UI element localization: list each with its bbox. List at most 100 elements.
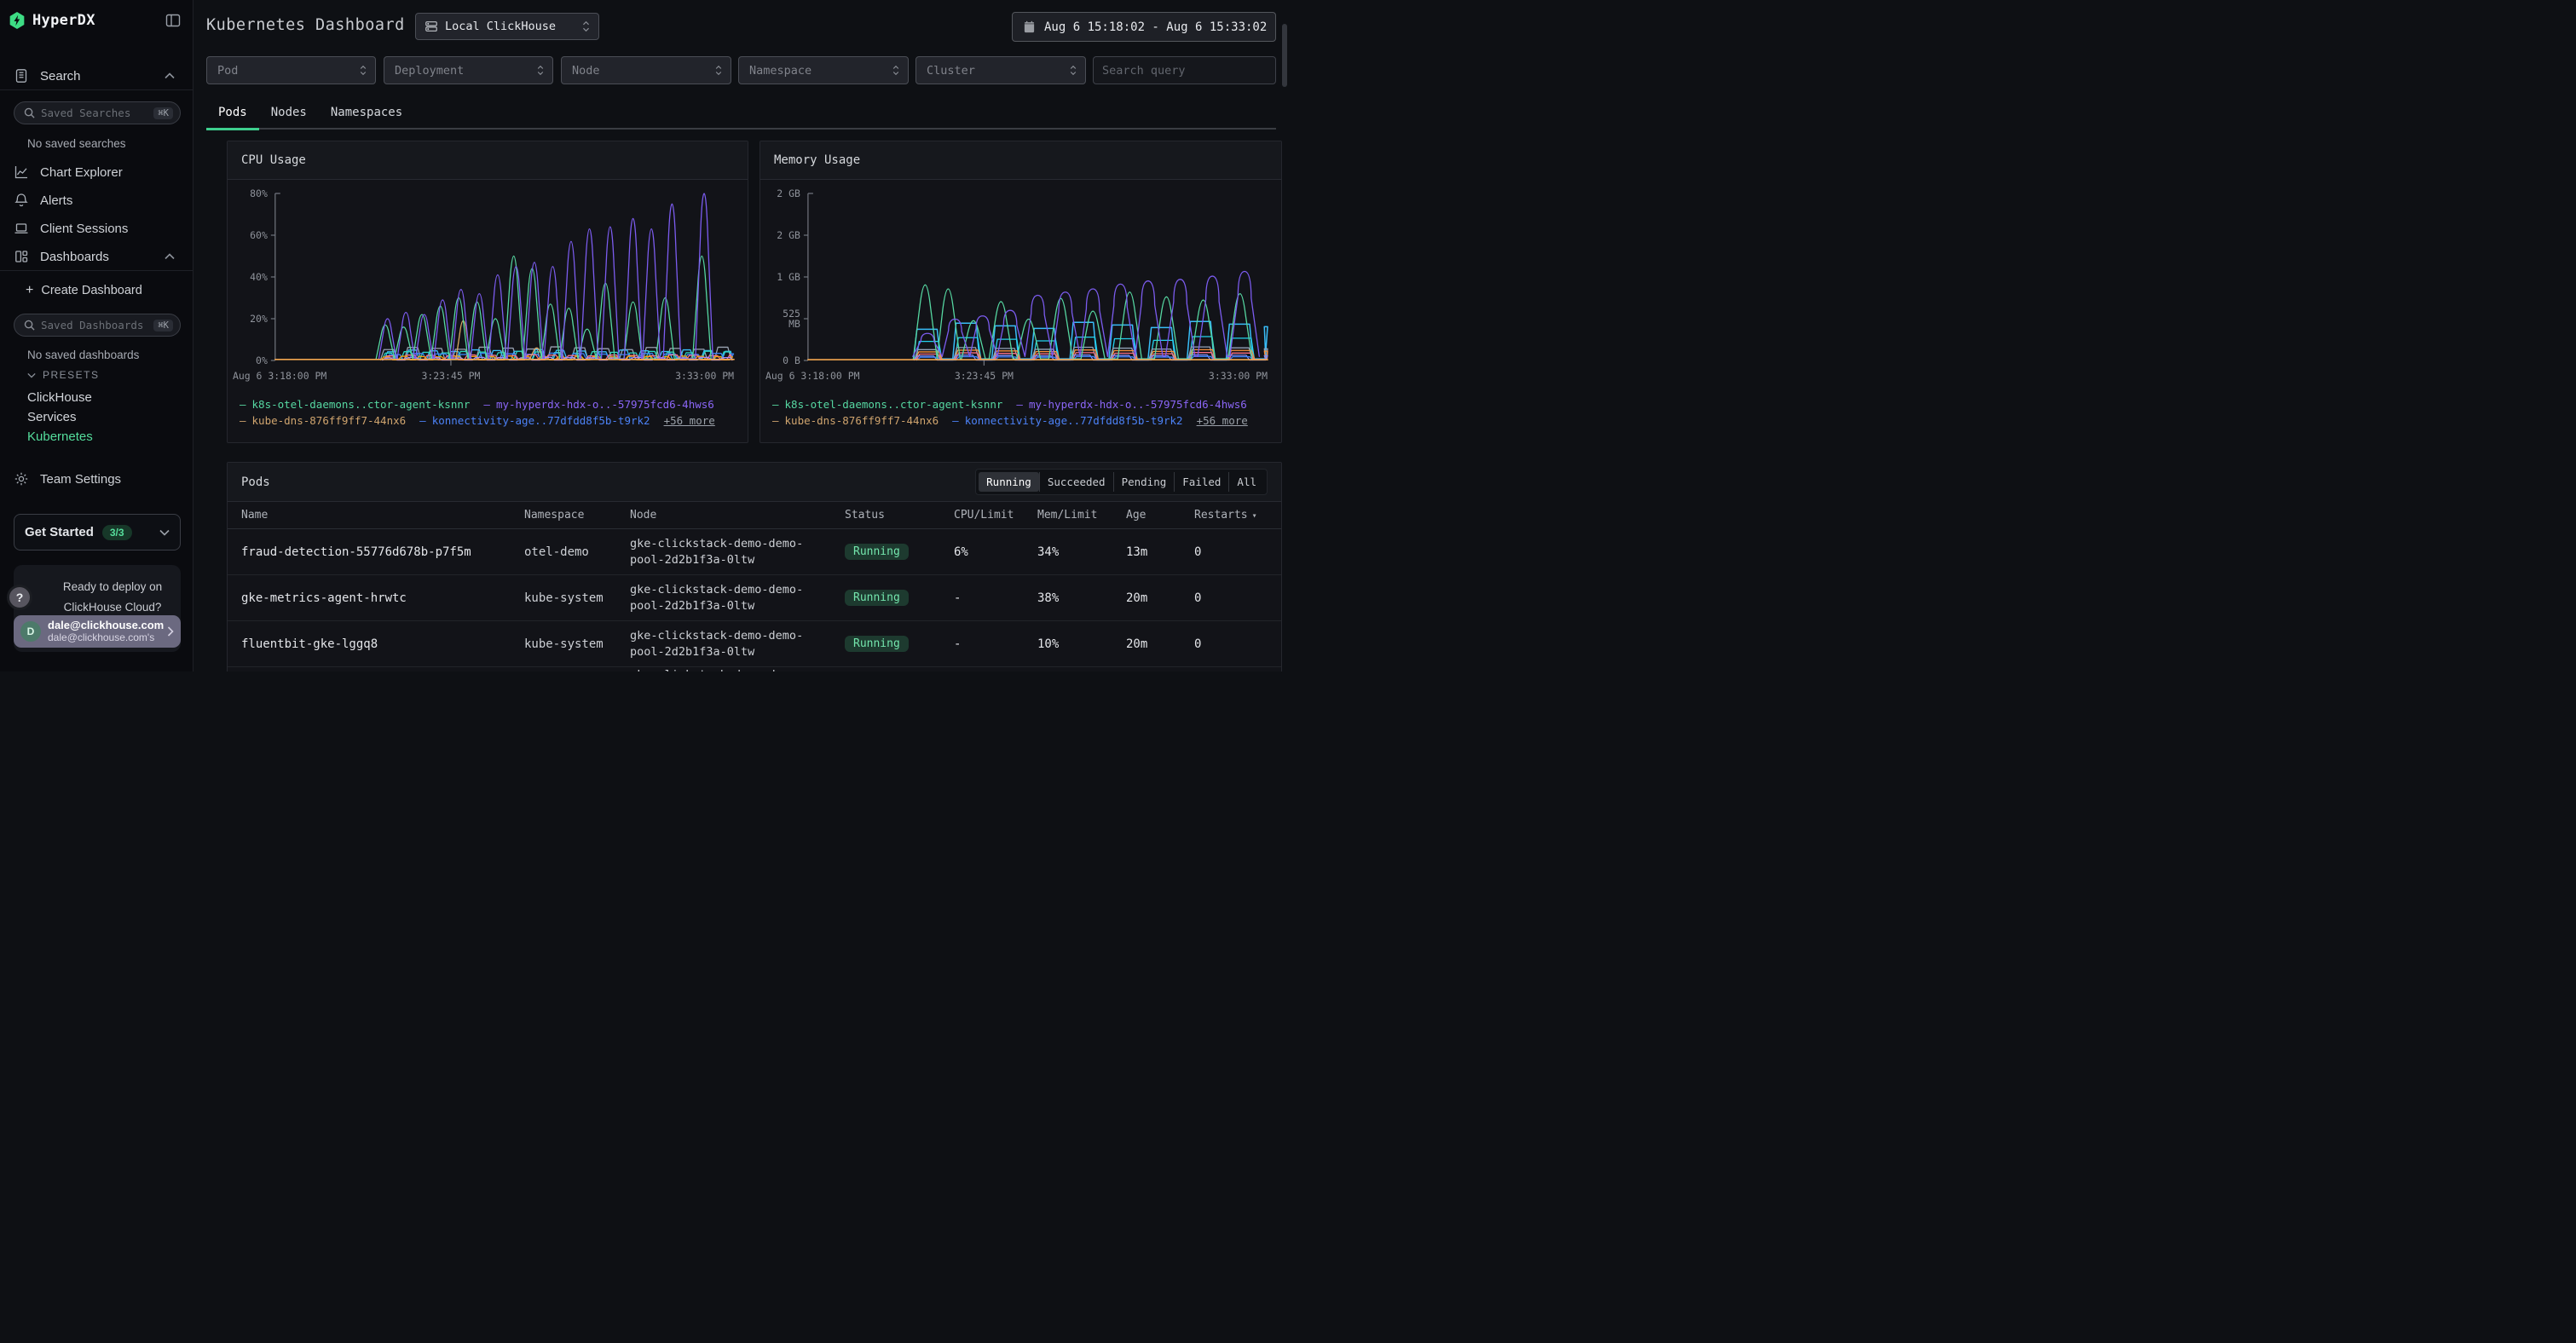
no-saved-searches-note: No saved searches	[27, 137, 126, 150]
panel-header[interactable]: Memory Usage	[760, 141, 1281, 180]
sidebar-item-chart-explorer[interactable]: Chart Explorer	[14, 161, 180, 183]
legend-swatch: —	[240, 414, 246, 427]
chart-legend: —k8s-otel-daemons..ctor-agent-ksnnr —my-h…	[760, 393, 1281, 429]
filter-namespace-select[interactable]: Namespace	[738, 56, 909, 84]
col-status[interactable]: Status	[845, 509, 954, 522]
pod-restarts: 0	[1194, 591, 1268, 605]
table-row[interactable]: fraud-detection-55776d678b-p7f5m otel-de…	[228, 529, 1281, 575]
col-age[interactable]: Age	[1126, 509, 1194, 522]
date-range-picker[interactable]: Aug 6 15:18:02 - Aug 6 15:33:02	[1012, 12, 1276, 42]
pod-mem: 10%	[1037, 637, 1126, 651]
panel-header[interactable]: CPU Usage	[228, 141, 748, 180]
table-row[interactable]: gke-metrics-agent-hrwtc kube-system gke-…	[228, 575, 1281, 621]
legend-item[interactable]: —kube-dns-876ff9ff7-44nx6	[240, 414, 406, 427]
sidebar-item-search[interactable]: Search	[14, 65, 180, 87]
chevron-down-icon	[27, 372, 36, 378]
legend-swatch: —	[1016, 398, 1023, 411]
sidebar-item-team-settings[interactable]: Team Settings	[14, 468, 180, 490]
sidebar-item-client-sessions[interactable]: Client Sessions	[14, 217, 180, 239]
sidebar-collapse-icon[interactable]	[165, 12, 183, 31]
col-mem-limit[interactable]: Mem/Limit	[1037, 509, 1126, 522]
legend-item[interactable]: —konnectivity-age..77dfdd8f5b-t9rk2	[952, 414, 1182, 427]
saved-searches-input[interactable]: Saved Searches ⌘K	[14, 101, 181, 124]
table-row[interactable]: fluentbit-gke-lggq8 kube-system gke-clic…	[228, 621, 1281, 667]
sort-desc-icon: ▾	[1252, 511, 1257, 521]
legend-item[interactable]: —my-hyperdx-hdx-o..-57975fcd6-4hws6	[483, 398, 713, 411]
sidebar-item-alerts[interactable]: Alerts	[14, 189, 180, 211]
legend-item[interactable]: —kube-dns-876ff9ff7-44nx6	[772, 414, 939, 427]
legend-swatch: —	[419, 414, 426, 427]
legend-swatch: —	[772, 398, 779, 411]
search-query-input[interactable]	[1093, 56, 1276, 84]
preset-clickhouse[interactable]: ClickHouse	[27, 390, 92, 405]
cpu-usage-chart[interactable]: 80%60%40%20%0%Aug 6 3:18:00 PM3:23:45 PM…	[228, 180, 748, 393]
sidebar-item-dashboards[interactable]: Dashboards	[14, 245, 180, 268]
legend-more-link[interactable]: +56 more	[1197, 414, 1248, 427]
status-filter-succeeded[interactable]: Succeeded	[1039, 472, 1113, 492]
filter-cluster-select[interactable]: Cluster	[915, 56, 1086, 84]
database-icon	[425, 20, 438, 33]
tab-namespaces[interactable]: Namespaces	[319, 97, 414, 128]
panel-title: Memory Usage	[774, 153, 860, 167]
status-filter-pending[interactable]: Pending	[1113, 472, 1175, 492]
saved-dashboards-input[interactable]: Saved Dashboards ⌘K	[14, 314, 181, 337]
pod-status: Running	[845, 636, 954, 652]
select-chevrons-icon	[537, 65, 544, 76]
pod-namespace: kube-system	[524, 637, 630, 651]
legend-swatch: —	[772, 414, 779, 427]
svg-text:1 GB: 1 GB	[777, 271, 800, 283]
chevron-up-icon[interactable]	[165, 72, 175, 79]
col-restarts[interactable]: Restarts▾	[1194, 509, 1268, 522]
select-chevrons-icon	[1070, 65, 1077, 76]
get-started-button[interactable]: Get Started 3/3	[14, 514, 181, 550]
filter-namespace-label: Namespace	[749, 64, 811, 78]
legend-item[interactable]: —konnectivity-age..77dfdd8f5b-t9rk2	[419, 414, 650, 427]
presets-toggle[interactable]: PRESETS	[27, 369, 100, 381]
svg-text:0 B: 0 B	[783, 354, 800, 366]
chevron-up-icon[interactable]	[165, 253, 175, 260]
user-menu[interactable]: D dale@clickhouse.com dale@clickhouse.co…	[14, 615, 181, 648]
legend-item[interactable]: —k8s-otel-daemons..ctor-agent-ksnnr	[240, 398, 470, 411]
memory-usage-chart[interactable]: 2 GB2 GB1 GB525MB0 BAug 6 3:18:00 PM3:23…	[760, 180, 1281, 393]
legend-swatch: —	[240, 398, 246, 411]
preset-services[interactable]: Services	[27, 410, 77, 424]
create-dashboard-button[interactable]: + Create Dashboard	[26, 280, 192, 302]
svg-text:80%: 80%	[250, 187, 268, 199]
pod-node: gke-clickstack-demo-demo-	[630, 667, 845, 672]
status-filter-failed[interactable]: Failed	[1174, 472, 1228, 492]
sidebar-item-label: Search	[40, 69, 81, 84]
legend-item[interactable]: —k8s-otel-daemons..ctor-agent-ksnnr	[772, 398, 1002, 411]
filter-deployment-select[interactable]: Deployment	[384, 56, 553, 84]
chart-explorer-icon	[14, 164, 29, 180]
col-node[interactable]: Node	[630, 509, 845, 522]
tab-nodes[interactable]: Nodes	[259, 97, 319, 128]
pod-namespace: kube-system	[524, 591, 630, 605]
status-filter-all[interactable]: All	[1228, 472, 1264, 492]
pod-cpu: -	[954, 637, 1037, 651]
select-chevrons-icon	[582, 20, 590, 32]
legend-item[interactable]: —my-hyperdx-hdx-o..-57975fcd6-4hws6	[1016, 398, 1246, 411]
table-row[interactable]: gke-clickstack-demo-demo-	[228, 667, 1281, 672]
brand-name: HyperDX	[32, 12, 95, 29]
user-org: dale@clickhouse.com's	[48, 631, 164, 644]
laptop-icon	[14, 221, 29, 236]
status-filter-running[interactable]: Running	[979, 472, 1039, 492]
col-cpu-limit[interactable]: CPU/Limit	[954, 509, 1037, 522]
svg-text:Aug 6 3:18:00 PM: Aug 6 3:18:00 PM	[765, 370, 860, 382]
source-select[interactable]: Local ClickHouse	[415, 13, 599, 40]
legend-more-link[interactable]: +56 more	[664, 414, 715, 427]
shortcut-badge: ⌘K	[153, 320, 173, 331]
filter-pod-select[interactable]: Pod	[206, 56, 376, 84]
col-namespace[interactable]: Namespace	[524, 509, 630, 522]
filter-node-label: Node	[572, 64, 600, 78]
filter-node-select[interactable]: Node	[561, 56, 731, 84]
filter-deployment-label: Deployment	[395, 64, 464, 78]
svg-text:60%: 60%	[250, 229, 268, 241]
page-scrollbar[interactable]	[1282, 24, 1287, 87]
help-icon[interactable]: ?	[7, 585, 32, 610]
divider	[0, 89, 193, 90]
col-name[interactable]: Name	[241, 509, 524, 522]
tab-pods[interactable]: Pods	[206, 97, 259, 128]
preset-kubernetes[interactable]: Kubernetes	[27, 429, 93, 444]
sidebar-item-label: Chart Explorer	[40, 165, 123, 180]
